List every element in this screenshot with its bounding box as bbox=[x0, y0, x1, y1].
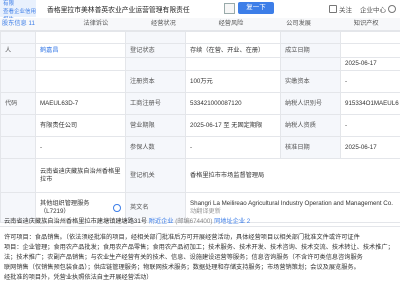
english-name-value: Shangri La Meilireao Agricultural Indust… bbox=[190, 199, 393, 207]
table-row: 人 鹤嘉昌 登记状态 存续（在营、开业、在册） 成立日期 bbox=[0, 43, 400, 58]
table-row: 代码 MAEUL63D-7 工商注册号 533421000087120 纳税人识… bbox=[0, 92, 400, 115]
reg-number-value: 533421000087120 bbox=[185, 92, 281, 115]
industry-value: 其他组织管理服务（L7219） bbox=[40, 199, 90, 215]
tab-development[interactable]: 公司发展 bbox=[265, 18, 333, 30]
company-name: 香格里拉市美林普英农业产业运营管理有限责任 bbox=[47, 7, 190, 14]
cell bbox=[340, 31, 400, 44]
cell bbox=[0, 57, 36, 71]
nearby-companies-link[interactable]: 附近企业 bbox=[149, 218, 174, 225]
table-row: - 参保人数 - 核准日期 2025-06-17 bbox=[0, 136, 400, 159]
scope-line: 项目：企业管理；食用农产品批发；食用农产品零售；食用农产品初加工；技术服务、技术… bbox=[4, 244, 394, 251]
tag-line-1: 有限 bbox=[3, 1, 15, 7]
tab-risk[interactable]: 经营风险 bbox=[197, 18, 265, 30]
authority-label: 登记机关 bbox=[125, 158, 186, 193]
follow-icon bbox=[329, 5, 337, 13]
founded-value: 2025-06-17 bbox=[340, 57, 400, 71]
cell bbox=[35, 31, 126, 44]
business-info-table: 人 鹤嘉昌 登记状态 存续（在营、开业、在册） 成立日期 2025-06-17 … bbox=[0, 31, 400, 223]
insured-label: 参保人数 bbox=[125, 136, 186, 159]
scope-line: 法；技术推广；农副产品销售；与农业生产经营有关的技术、信息、设施建设运营等服务；… bbox=[4, 254, 363, 261]
copy-icon[interactable] bbox=[224, 3, 235, 14]
top-bar: 有限 查看企业信用报告 香格里拉市美林普英农业产业运营管理有限责任 复一下 关注… bbox=[0, 0, 400, 23]
postal-code: (邮编674400) bbox=[175, 218, 213, 225]
cell bbox=[125, 57, 186, 71]
region-value: 云南省迪庆藏族自治州香格里拉市 bbox=[35, 158, 126, 193]
cell: - bbox=[35, 136, 126, 159]
insured-value: - bbox=[185, 136, 281, 159]
table-row: 2025-06-17 bbox=[0, 57, 400, 71]
table-row bbox=[0, 31, 400, 44]
auto-translate-note: 动翻译更新 bbox=[190, 207, 221, 215]
top-actions: 关注 企业中心 bbox=[329, 4, 396, 14]
address-row: 云南省迪庆藏族自治州香格里拉市建塘镇建塘路31号 附近企业 (邮编674400)… bbox=[0, 216, 400, 226]
cell bbox=[35, 57, 126, 71]
term-value: 2025-06-17 至 无固定期限 bbox=[185, 114, 281, 137]
term-label: 营业期限 bbox=[125, 114, 186, 137]
copy-button[interactable]: 复一下 bbox=[238, 2, 274, 14]
legal-rep-link[interactable]: 鹤嘉昌 bbox=[35, 43, 126, 58]
taxpayer-qual-label: 纳税人资质 bbox=[280, 114, 341, 137]
scope-line: 许可项目：食品销售。（依法须经批准的项目，经相关部门批准后方可开展经营活动，具体… bbox=[4, 234, 360, 241]
cell bbox=[35, 70, 126, 93]
status-label: 登记状态 bbox=[125, 43, 186, 58]
enterprise-center-label: 企业中心 bbox=[360, 7, 386, 14]
credit-report-tag[interactable]: 有限 查看企业信用报告 bbox=[0, 0, 36, 23]
taxpayer-id-value: 915334O1MAEUL6 bbox=[340, 92, 400, 115]
cell bbox=[0, 70, 36, 93]
founded-label: 成立日期 bbox=[280, 43, 341, 58]
approval-date-value: 2025-06-17 bbox=[340, 136, 400, 159]
cell bbox=[125, 31, 186, 44]
taxpayer-id-label: 纳税人识别号 bbox=[280, 92, 341, 115]
table-row: 云南省迪庆藏族自治州香格里拉市 登记机关 香格里拉市市场监督管理局 bbox=[0, 158, 400, 193]
scope-line: 经批准的项目外，凭营业执照依法自主开展经营活动） bbox=[4, 274, 153, 281]
paid-capital-label: 实缴资本 bbox=[280, 70, 341, 93]
table-row: 有限责任公司 营业期限 2025-06-17 至 无固定期限 纳税人资质 - bbox=[0, 114, 400, 137]
tab-operations[interactable]: 经营状况 bbox=[130, 18, 198, 30]
follow-button[interactable]: 关注 bbox=[329, 4, 352, 14]
tab-legal[interactable]: 法律诉讼 bbox=[62, 18, 130, 30]
paid-capital-value: - bbox=[340, 70, 400, 93]
business-scope: 许可项目：食品销售。（依法须经批准的项目，经相关部门批准后方可开展经营活动，具体… bbox=[4, 233, 397, 283]
approval-date-label: 核准日期 bbox=[280, 136, 341, 159]
taxpayer-qual-value: - bbox=[340, 114, 400, 137]
cell bbox=[0, 158, 36, 193]
cell bbox=[0, 114, 36, 137]
company-type-value: 有限责任公司 bbox=[35, 114, 126, 137]
registered-capital-label: 注册资本 bbox=[125, 70, 186, 93]
tab-bar: 股东信息 11 法律诉讼 经营状况 经营风险 公司发展 知识产权 bbox=[0, 18, 400, 31]
legal-rep-label: 人 bbox=[0, 43, 36, 58]
registered-capital-value: 100万元 bbox=[185, 70, 281, 93]
status-value: 存续（在营、开业、在册） bbox=[185, 43, 281, 58]
authority-value: 香格里拉市市场监督管理局 bbox=[185, 158, 400, 193]
same-address-link[interactable]: 同地址企业 2 bbox=[214, 218, 250, 225]
cell bbox=[0, 31, 36, 44]
tab-ip[interactable]: 知识产权 bbox=[332, 18, 400, 30]
enterprise-center-button[interactable]: 企业中心 bbox=[360, 4, 396, 14]
cell bbox=[340, 43, 400, 58]
cell bbox=[280, 57, 341, 71]
cell bbox=[185, 57, 281, 71]
credit-code-value: MAEUL63D-7 bbox=[35, 92, 126, 115]
credit-code-label: 代码 bbox=[0, 92, 36, 115]
info-icon[interactable] bbox=[113, 203, 121, 212]
cell bbox=[0, 136, 36, 159]
chevron-down-icon bbox=[388, 5, 396, 13]
reg-number-label: 工商注册号 bbox=[125, 92, 186, 115]
address-value: 云南省迪庆藏族自治州香格里拉市建塘镇建塘路31号 bbox=[4, 218, 148, 225]
table-row: 注册资本 100万元 实缴资本 - bbox=[0, 70, 400, 93]
scope-line: 联网销售（仅销售预包装食品）；供应链管理服务；物联网技术服务；数据处理和存储支持… bbox=[4, 264, 360, 271]
cell bbox=[280, 31, 341, 44]
tab-shareholders[interactable]: 股东信息 11 bbox=[0, 18, 62, 30]
follow-label: 关注 bbox=[339, 7, 352, 14]
cell bbox=[185, 31, 281, 44]
